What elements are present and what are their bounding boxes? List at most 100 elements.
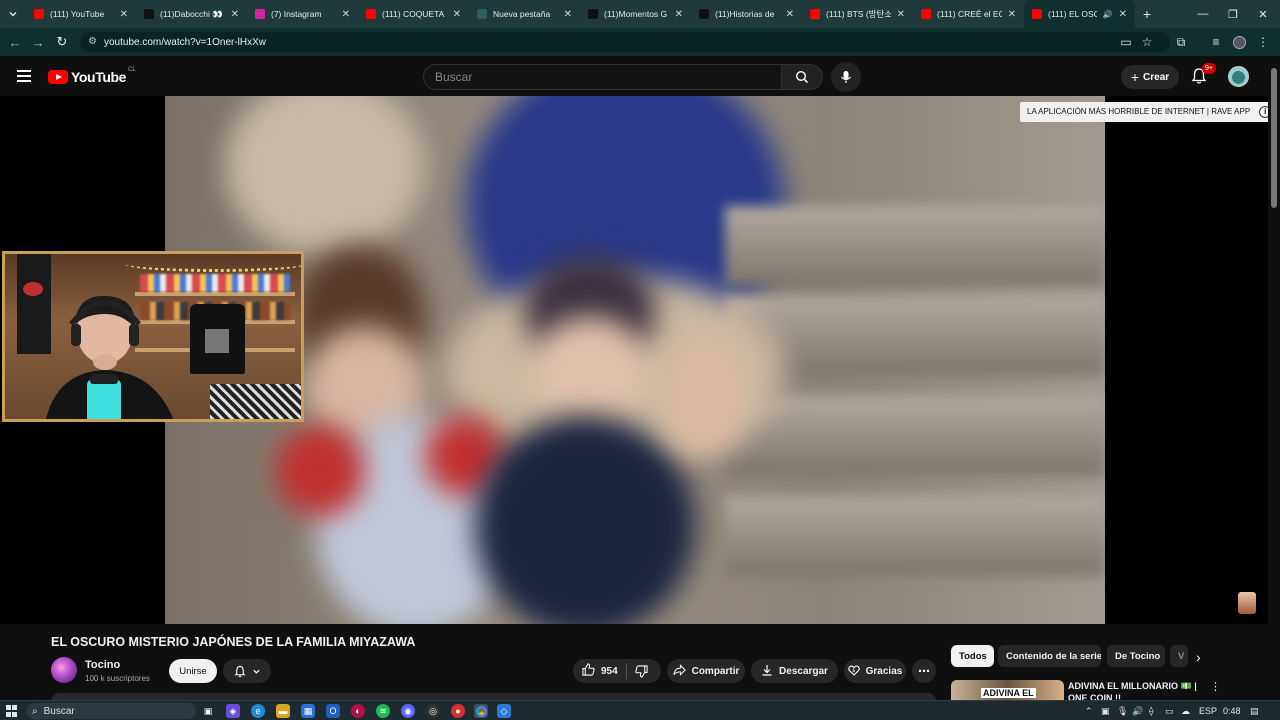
recommendation-title[interactable]: ADIVINA EL MILLONARIO 💵 | ONE COIN !! xyxy=(1068,680,1200,702)
reload-icon[interactable]: ↻ xyxy=(54,34,70,50)
youtube-logo[interactable]: YouTube CL xyxy=(48,67,136,85)
forward-arrow-icon[interactable]: → xyxy=(30,34,46,50)
join-button[interactable]: Unirse xyxy=(169,659,217,683)
discord-icon[interactable]: ◉ xyxy=(401,704,415,718)
taskbar-search-input[interactable]: ⌕ Buscar xyxy=(26,703,196,719)
browser-tab[interactable]: (11)Historias de ✕ xyxy=(691,0,802,28)
cast-icon[interactable]: ▭ xyxy=(1118,34,1134,50)
account-avatar[interactable] xyxy=(1228,66,1249,87)
extensions-icon[interactable]: ⧉ xyxy=(1173,34,1189,50)
channel-avatar[interactable] xyxy=(51,657,77,683)
tray-battery-icon[interactable]: ▭ xyxy=(1165,704,1174,718)
like-button[interactable]: 954 xyxy=(573,659,618,683)
tray-app-icon[interactable]: ▣ xyxy=(1101,704,1110,718)
channel-name[interactable]: Tocino xyxy=(85,659,120,671)
youtube-play-icon xyxy=(48,70,68,84)
profile-avatar-icon[interactable] xyxy=(1231,34,1247,50)
search-button[interactable] xyxy=(781,64,823,90)
file-explorer-icon[interactable]: ▬ xyxy=(276,704,290,718)
app-icon-red[interactable]: ◐ xyxy=(351,704,365,718)
filter-chip[interactable]: V xyxy=(1170,645,1188,667)
tab-close-icon[interactable]: ✕ xyxy=(675,9,683,20)
bookmark-star-icon[interactable]: ☆ xyxy=(1139,34,1155,50)
voice-search-button[interactable] xyxy=(831,62,861,92)
tray-network-icon[interactable]: ⟠ xyxy=(1149,704,1153,718)
microsoft-store-icon[interactable]: ▦ xyxy=(301,704,315,718)
browser-tab[interactable]: (111) CREÉ el EQ ✕ xyxy=(913,0,1024,28)
tiktok-icon xyxy=(699,9,709,19)
spotify-icon[interactable]: ≋ xyxy=(376,704,390,718)
browser-tab[interactable]: (111) BTS (방탄소 ✕ xyxy=(802,0,913,28)
tab-close-icon[interactable]: ✕ xyxy=(897,9,905,20)
streamer-silhouette xyxy=(46,295,174,419)
share-button[interactable]: Compartir xyxy=(667,659,745,683)
page-scrollbar[interactable] xyxy=(1268,56,1280,702)
tab-close-icon[interactable]: ✕ xyxy=(786,9,794,20)
filter-chip[interactable]: Contenido de la serie xyxy=(998,645,1101,667)
media-controls-icon[interactable]: ≡ xyxy=(1208,34,1224,50)
create-button[interactable]: + Crear xyxy=(1121,65,1179,89)
language-indicator[interactable]: ESP xyxy=(1199,704,1217,718)
scrollbar-thumb[interactable] xyxy=(1271,68,1277,208)
clock[interactable]: 0:48 xyxy=(1223,704,1241,718)
tiktok-icon xyxy=(144,9,154,19)
search-input[interactable]: Buscar xyxy=(423,64,781,90)
browser-menu-icon[interactable]: ⋮ xyxy=(1255,34,1271,50)
tab-close-icon[interactable]: ✕ xyxy=(1119,9,1127,20)
browser-tab[interactable]: (11)Dabocchi 👀 ✕ xyxy=(136,0,247,28)
browser-tab[interactable]: (111) EL OSCU 🔊 ✕ xyxy=(1024,0,1135,28)
browser-tab[interactable]: Nueva pestaña ✕ xyxy=(469,0,580,28)
chrome-taskbar-icon[interactable] xyxy=(474,704,488,718)
app-icon-blue[interactable]: ◇ xyxy=(497,704,511,718)
edge-icon[interactable]: e xyxy=(251,704,265,718)
app-icon-circle[interactable]: ● xyxy=(451,704,465,718)
new-tab-button[interactable]: + xyxy=(1135,0,1159,28)
copilot-icon[interactable]: ◈ xyxy=(226,704,240,718)
tab-search-dropdown-icon[interactable] xyxy=(0,0,26,28)
chevron-right-icon[interactable]: › xyxy=(1196,649,1201,665)
recommendation-thumbnail[interactable]: ADIVINA EL xyxy=(951,680,1064,702)
browser-tab[interactable]: (11)Momentos G ✕ xyxy=(580,0,691,28)
tab-close-icon[interactable]: ✕ xyxy=(342,9,350,20)
tray-microphone-icon[interactable]: 🎙 xyxy=(1117,704,1128,718)
channel-watermark[interactable] xyxy=(1238,592,1256,614)
browser-tab[interactable]: (111) YouTube ✕ xyxy=(26,0,136,28)
tab-close-icon[interactable]: ✕ xyxy=(120,9,128,20)
tab-audio-icon[interactable]: 🔊 xyxy=(1103,10,1113,19)
thanks-button[interactable]: $ Gracias xyxy=(844,659,906,683)
close-window-button[interactable]: ✕ xyxy=(1248,0,1278,28)
recommendation-menu-icon[interactable]: ⋮ xyxy=(1210,680,1221,693)
filter-chip[interactable]: Todos xyxy=(951,645,994,667)
subscription-bell-button[interactable] xyxy=(223,659,271,683)
like-dislike-group: 954 xyxy=(573,659,661,683)
site-info-icon[interactable]: ⚙ xyxy=(88,36,100,48)
info-card-teaser[interactable]: LA APLICACIÓN MÁS HORRIBLE DE INTERNET |… xyxy=(1020,102,1277,122)
address-bar[interactable]: ⚙ youtube.com/watch?v=1Oner-lHxXw xyxy=(80,32,1170,52)
video-player[interactable]: LA APLICACIÓN MÁS HORRIBLE DE INTERNET |… xyxy=(0,96,1277,624)
tray-volume-icon[interactable]: 🔊 xyxy=(1132,704,1143,718)
back-arrow-icon[interactable]: ← xyxy=(7,34,23,50)
youtube-icon xyxy=(1032,9,1042,19)
thumbnail-text: ADIVINA EL xyxy=(981,688,1036,698)
more-actions-icon[interactable]: ⋯ xyxy=(912,659,936,683)
tab-close-icon[interactable]: ✕ xyxy=(564,9,572,20)
outlook-icon[interactable]: O xyxy=(326,704,340,718)
tray-overflow-icon[interactable]: ⌃ xyxy=(1085,704,1093,718)
filter-chip[interactable]: De Tocino xyxy=(1107,645,1165,667)
tray-cloud-icon[interactable]: ☁ xyxy=(1181,704,1190,718)
notification-center-icon[interactable]: ▤ xyxy=(1250,704,1259,718)
obs-icon[interactable]: ◎ xyxy=(426,704,440,718)
windows-start-icon[interactable] xyxy=(6,705,18,717)
tab-close-icon[interactable]: ✕ xyxy=(1008,9,1016,20)
task-view-icon[interactable]: ▣ xyxy=(201,704,215,718)
browser-tab[interactable]: (7) Instagram ✕ xyxy=(247,0,358,28)
tab-close-icon[interactable]: ✕ xyxy=(453,9,461,20)
minimize-button[interactable]: — xyxy=(1188,0,1218,28)
browser-tab[interactable]: (111) COQUETA | ✕ xyxy=(358,0,469,28)
streamer-webcam-overlay xyxy=(2,251,304,422)
hamburger-menu-icon[interactable] xyxy=(17,70,31,82)
dislike-button[interactable] xyxy=(635,664,648,678)
tab-close-icon[interactable]: ✕ xyxy=(231,9,239,20)
download-button[interactable]: Descargar xyxy=(751,659,838,683)
maximize-button[interactable]: ❐ xyxy=(1218,0,1248,28)
